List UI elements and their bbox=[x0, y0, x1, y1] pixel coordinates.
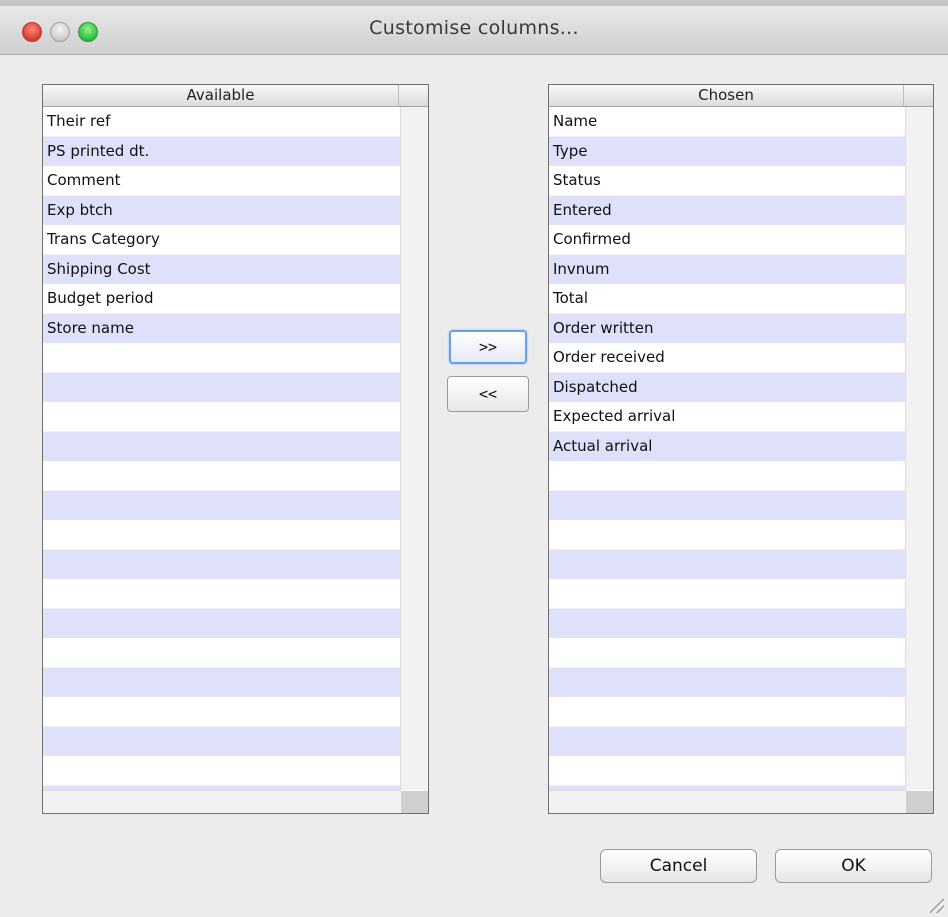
available-list-header[interactable]: Available bbox=[43, 85, 398, 107]
list-item[interactable]: Exp btch bbox=[43, 196, 401, 226]
list-item[interactable]: Confirmed bbox=[549, 225, 906, 255]
list-item[interactable]: Invnum bbox=[549, 255, 906, 285]
list-item[interactable]: Budget period bbox=[43, 284, 401, 314]
list-item[interactable]: Shipping Cost bbox=[43, 255, 401, 285]
list-item[interactable]: Comment bbox=[43, 166, 401, 196]
list-item[interactable]: Entered bbox=[549, 196, 906, 226]
chosen-vertical-scrollbar[interactable] bbox=[905, 107, 933, 790]
chosen-rows: Name Type Status Entered Confirmed Invnum Tota… bbox=[549, 107, 906, 790]
available-scroll-corner bbox=[401, 791, 428, 813]
cancel-button[interactable]: Cancel bbox=[600, 849, 757, 883]
add-column-button[interactable]: >> bbox=[449, 330, 527, 364]
chosen-horizontal-scrollbar[interactable] bbox=[549, 790, 906, 813]
list-item[interactable]: Expected arrival bbox=[549, 402, 906, 432]
available-columns-list[interactable]: Available Their ref PS printed dt. Comment… bbox=[42, 84, 429, 814]
list-item[interactable]: Order received bbox=[549, 343, 906, 373]
ok-button[interactable]: OK bbox=[775, 849, 932, 883]
list-item[interactable]: Status bbox=[549, 166, 906, 196]
chosen-list-header[interactable]: Chosen bbox=[549, 85, 903, 107]
chosen-columns-list[interactable]: Chosen Name Type Status Entered Confirmed Inv… bbox=[548, 84, 934, 814]
title-bar[interactable]: Customise columns... bbox=[0, 0, 948, 55]
list-item[interactable]: Trans Category bbox=[43, 225, 401, 255]
available-header-corner bbox=[398, 85, 428, 107]
list-item[interactable]: Order written bbox=[549, 314, 906, 344]
remove-column-button[interactable]: << bbox=[447, 376, 529, 412]
list-item[interactable]: Actual arrival bbox=[549, 432, 906, 462]
list-item[interactable]: Store name bbox=[43, 314, 401, 344]
customise-columns-dialog: Customise columns... Available Their ref… bbox=[0, 0, 948, 917]
list-item[interactable]: Dispatched bbox=[549, 373, 906, 403]
available-vertical-scrollbar[interactable] bbox=[400, 107, 428, 790]
title-bar-top-edge bbox=[0, 0, 948, 6]
resize-grip-icon[interactable] bbox=[930, 899, 944, 913]
available-horizontal-scrollbar[interactable] bbox=[43, 790, 401, 813]
available-rows: Their ref PS printed dt. Comment Exp btch Tr… bbox=[43, 107, 401, 790]
chosen-scroll-corner bbox=[906, 791, 933, 813]
list-item[interactable]: Name bbox=[549, 107, 906, 137]
list-item[interactable]: Type bbox=[549, 137, 906, 167]
list-item[interactable]: PS printed dt. bbox=[43, 137, 401, 167]
window-title: Customise columns... bbox=[369, 17, 579, 39]
list-item[interactable]: Their ref bbox=[43, 107, 401, 137]
chosen-header-corner bbox=[903, 85, 933, 107]
list-item[interactable]: Total bbox=[549, 284, 906, 314]
